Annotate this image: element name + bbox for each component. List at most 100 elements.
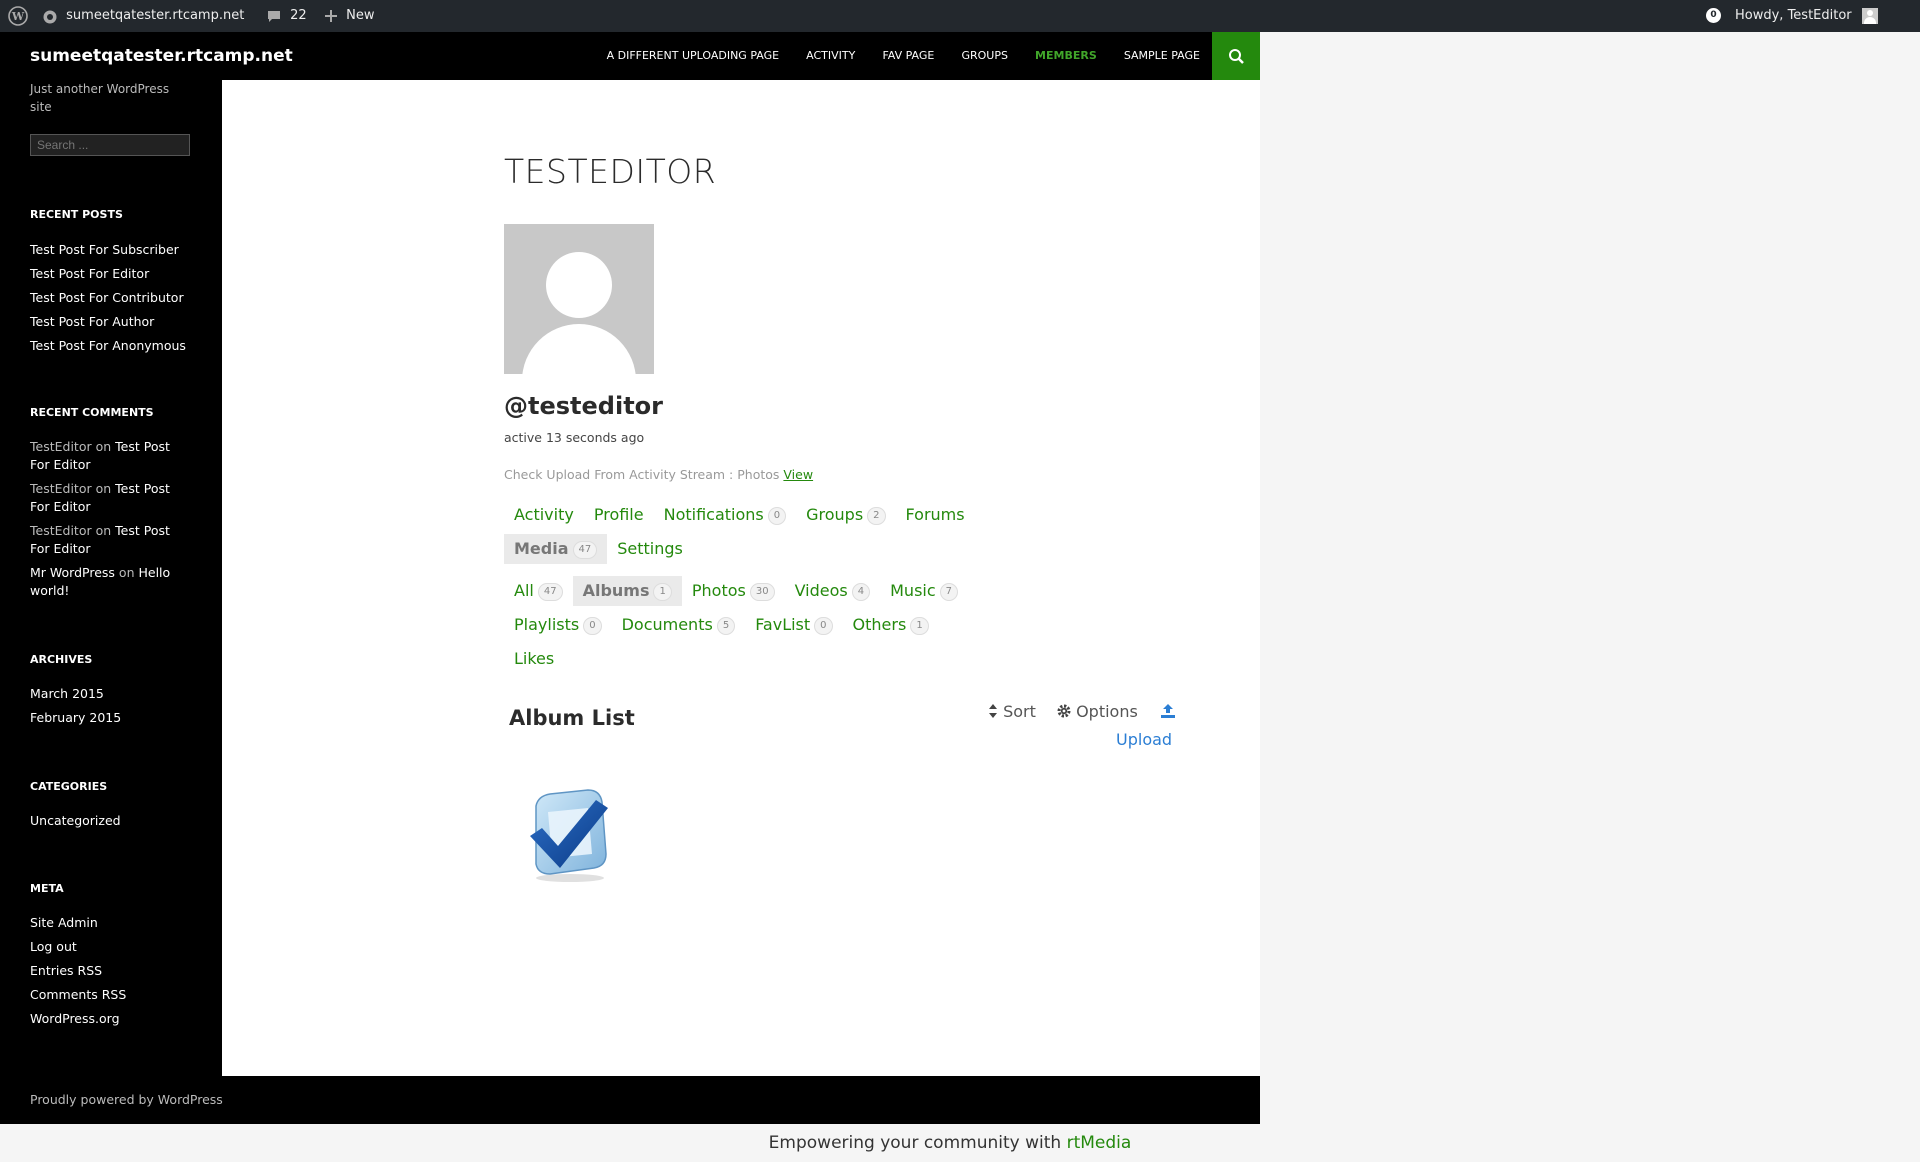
tab-label: FavList [755,615,811,634]
count-badge: 47 [572,540,598,559]
meta-link-comments-rss[interactable]: Comments RSS [30,983,200,1007]
search-toggle-button[interactable] [1212,32,1260,80]
latest-update-text: Check Upload From Activity Stream : Phot… [504,467,780,482]
meta-link-logout[interactable]: Log out [30,935,200,959]
tab-media-likes[interactable]: Likes [504,644,564,673]
count-badge: 0 [767,506,787,525]
category-link[interactable]: Uncategorized [30,809,200,833]
view-link[interactable]: View [783,467,813,482]
rtmedia-link[interactable]: rtMedia [1067,1133,1132,1153]
archives-list: March 2015 February 2015 [30,682,200,730]
tab-label: Likes [514,649,555,668]
comment-on: on [95,439,112,454]
tab-media-favlist[interactable]: FavList 0 [745,610,842,640]
my-account-link[interactable]: Howdy, TestEditor [1735,0,1878,32]
search-icon [1229,49,1244,64]
latest-update: Check Upload From Activity Stream : Phot… [504,467,813,482]
nav-item-uploading-page[interactable]: A DIFFERENT UPLOADING PAGE [607,32,780,80]
recent-comments-list: TestEditor on Test Post For Editor TestE… [30,438,200,606]
user-handle: @testeditor [504,392,663,420]
tab-media-documents[interactable]: Documents 5 [612,610,746,640]
count-badge: 0 [583,616,602,635]
comment-author-link[interactable]: Mr WordPress [30,565,115,580]
site-header: sumeetqatester.rtcamp.net A DIFFERENT UP… [0,32,1260,80]
album-actions: Sort Options [988,702,1175,721]
count-badge: 4 [851,582,871,601]
archive-link[interactable]: February 2015 [30,706,200,730]
count-badge: 1 [653,582,672,601]
count-badge: 0 [814,616,833,635]
tab-forums[interactable]: Forums [896,500,975,529]
meta-link-site-admin[interactable]: Site Admin [30,911,200,935]
meta-link-entries-rss[interactable]: Entries RSS [30,959,200,983]
tab-label: Albums [582,581,650,600]
notification-count: 0 [1706,8,1721,23]
notifications-link[interactable]: 0 [1706,0,1721,32]
comment-on: on [118,565,135,580]
tab-label: Profile [593,505,644,524]
tab-label: All [514,581,534,600]
site-name-link[interactable]: sumeetqatester.rtcamp.net [42,0,244,32]
avatar[interactable] [504,224,654,374]
nav-item-activity[interactable]: ACTIVITY [806,32,855,80]
site-title[interactable]: sumeetqatester.rtcamp.net [30,32,293,80]
sidebar-search-input[interactable] [30,134,190,156]
meta-link-wordpress-org[interactable]: WordPress.org [30,1007,200,1031]
site-description: Just another WordPress site [30,82,170,114]
tab-media-playlists[interactable]: Playlists 0 [504,610,612,640]
comment-author: TestEditor [30,523,92,538]
recent-post-link[interactable]: Test Post For Anonymous [30,334,200,358]
recent-posts-title: RECENT POSTS [30,208,123,221]
tab-media-videos[interactable]: Videos 4 [785,576,881,606]
options-button[interactable]: Options [1057,702,1143,721]
count-badge: 30 [749,582,775,601]
recent-post-link[interactable]: Test Post For Subscriber [30,238,200,262]
tab-settings[interactable]: Settings [607,534,693,563]
last-active: active 13 seconds ago [504,430,645,445]
tab-notifications[interactable]: Notifications 0 [654,500,797,530]
count-badge: 1 [910,616,929,635]
comments-link[interactable]: 22 [266,0,307,32]
site-footer: Proudly powered by WordPress [0,1076,1260,1124]
primary-nav: A DIFFERENT UPLOADING PAGE ACTIVITY FAV … [585,32,1200,80]
recent-post-link[interactable]: Test Post For Author [30,310,200,334]
upload-button[interactable]: Upload [1116,730,1172,749]
tab-label: Others [852,615,907,634]
nav-item-members[interactable]: MEMBERS [1035,32,1097,80]
tab-profile[interactable]: Profile [584,500,654,529]
nav-item-groups[interactable]: GROUPS [961,32,1008,80]
tab-media[interactable]: Media 47 [504,534,608,564]
tab-media-all[interactable]: All 47 [504,576,573,606]
recent-post-link[interactable]: Test Post For Contributor [30,286,200,310]
gear-icon [1057,704,1071,718]
recent-comment: TestEditor on Test Post For Editor [30,522,190,558]
wordpress-logo-icon[interactable]: W [8,0,28,32]
recent-comment: Mr WordPress on Hello world! [30,564,190,600]
recent-comment: TestEditor on Test Post For Editor [30,480,190,516]
tab-label: Videos [794,581,848,600]
meta-list: Site Admin Log out Entries RSS Comments … [30,911,200,1031]
nav-item-fav-page[interactable]: FAV PAGE [882,32,934,80]
site-name: sumeetqatester.rtcamp.net [66,8,245,23]
upload-icon-button[interactable] [1160,702,1175,721]
comment-author: TestEditor [30,481,92,496]
checkmark-album-icon [530,789,608,882]
tab-media-albums[interactable]: Albums 1 [572,576,682,606]
sort-button[interactable]: Sort [988,702,1041,721]
profile-nav-row: Activity Profile Notifications 0 Groups 2 Foru… [504,500,975,530]
tab-media-photos[interactable]: Photos 30 [682,576,785,606]
archive-link[interactable]: March 2015 [30,682,200,706]
nav-item-sample-page[interactable]: SAMPLE PAGE [1124,32,1200,80]
powered-by-link[interactable]: Proudly powered by WordPress [30,1076,223,1124]
tab-media-others[interactable]: Others 1 [843,610,939,640]
tab-media-music[interactable]: Music 7 [880,576,968,606]
categories-title: CATEGORIES [30,780,108,793]
recent-post-link[interactable]: Test Post For Editor [30,262,200,286]
album-thumbnail[interactable] [518,784,618,884]
tab-activity[interactable]: Activity [504,500,584,529]
dashboard-icon [43,10,57,23]
new-content-link[interactable]: New [324,0,375,32]
categories-list: Uncategorized [30,809,200,833]
tab-groups[interactable]: Groups 2 [796,500,895,530]
tab-label: Media [514,539,569,558]
